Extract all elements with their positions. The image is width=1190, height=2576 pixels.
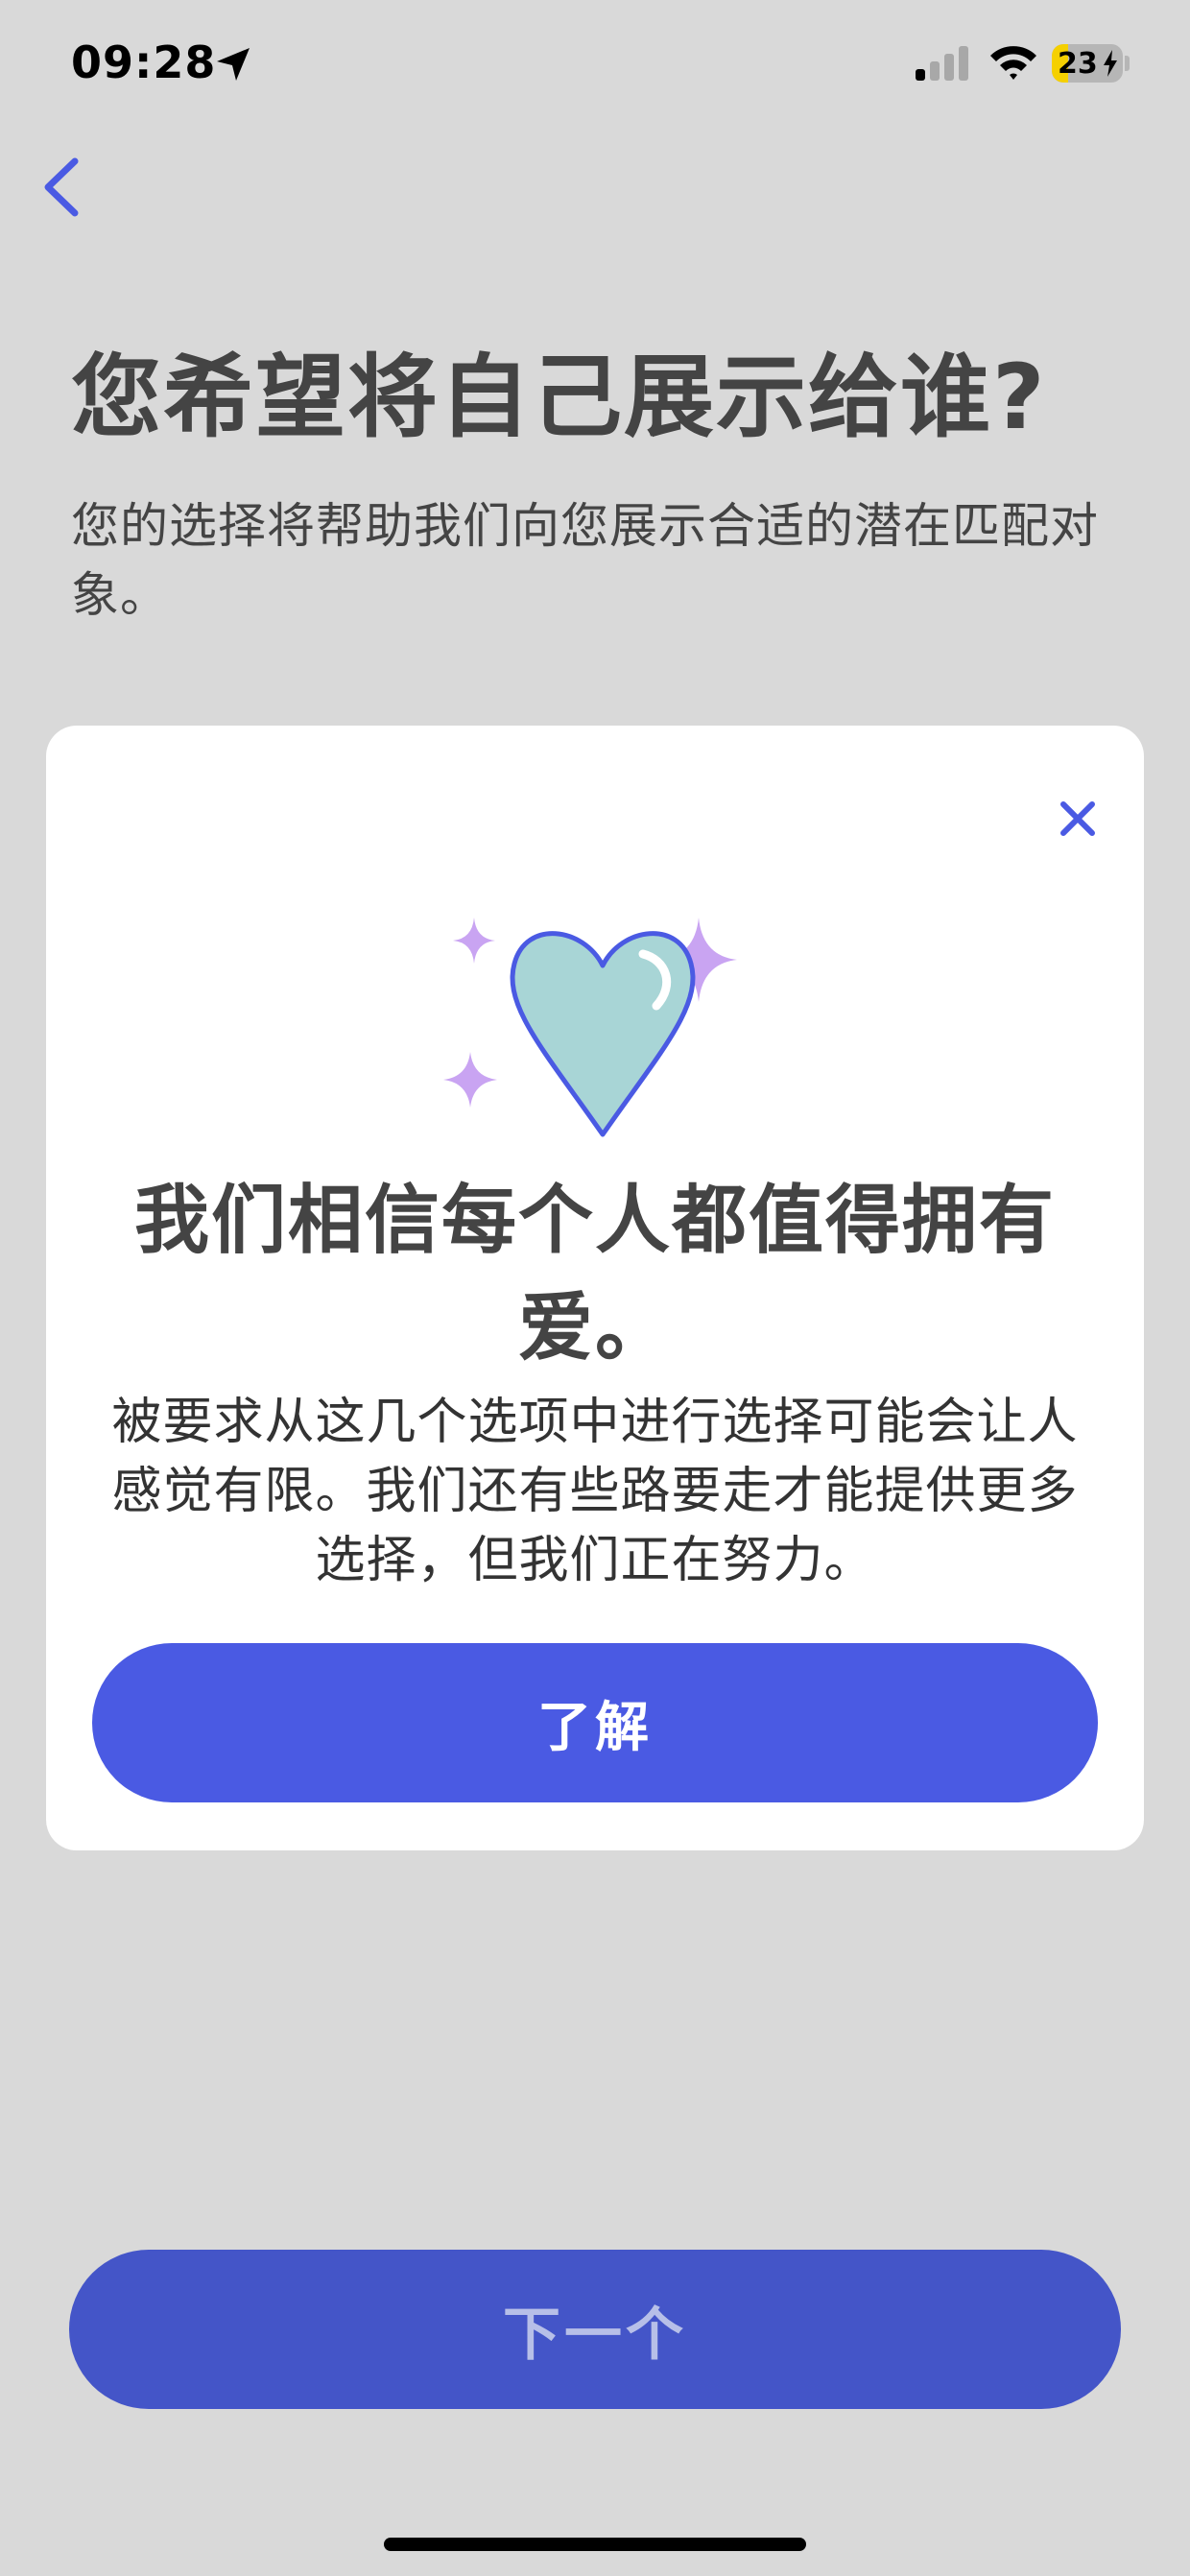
modal-heading: 我们相信每个人都值得拥有爱。 bbox=[133, 1178, 1056, 1371]
sparkling-heart-icon bbox=[443, 918, 737, 1137]
location-arrow-icon bbox=[217, 48, 250, 81]
close-icon[interactable] bbox=[1048, 789, 1107, 848]
home-indicator bbox=[384, 2538, 806, 2551]
modal-body-text: 被要求从这几个选项中进行选择可能会让人感觉有限。我们还有些路要走才能提供更多选择… bbox=[111, 1394, 1079, 1589]
sparkle-icon bbox=[443, 1052, 497, 1108]
info-modal: 我们相信每个人都值得拥有爱。 被要求从这几个选项中进行选择可能会让人感觉有限。我… bbox=[46, 726, 1144, 1850]
sparkle-icon bbox=[453, 918, 495, 964]
page-title: 您希望将自己展示给谁? bbox=[71, 346, 1047, 450]
status-bar: 09:28 23 bbox=[0, 0, 1190, 134]
back-chevron-icon[interactable] bbox=[35, 152, 88, 223]
battery-percentage: 23 bbox=[1058, 47, 1098, 81]
battery-cap bbox=[1125, 56, 1130, 71]
next-button[interactable]: 下一个 bbox=[69, 2250, 1121, 2409]
wifi-icon bbox=[990, 46, 1036, 80]
status-time: 09:28 bbox=[71, 36, 217, 88]
understand-button[interactable]: 了解 bbox=[92, 1643, 1098, 1802]
charging-bolt-icon bbox=[1104, 50, 1117, 77]
battery-icon: 23 bbox=[1052, 44, 1123, 83]
cellular-signal-icon bbox=[916, 46, 968, 81]
page-subtitle: 您的选择将帮助我们向您展示合适的潜在匹配对象。 bbox=[71, 498, 1099, 623]
